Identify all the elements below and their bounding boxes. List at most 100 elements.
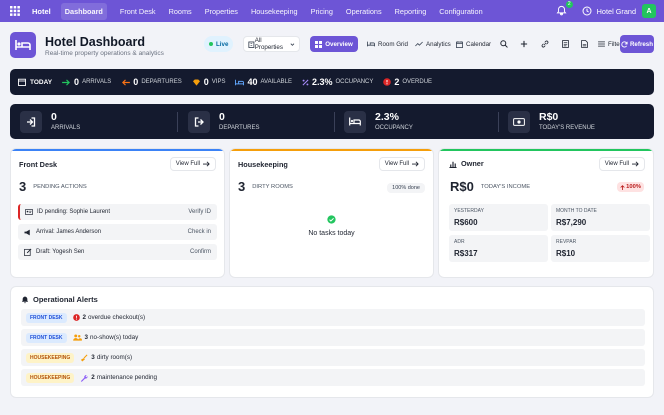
page-title: Hotel Dashboard bbox=[45, 35, 146, 49]
alerts-title-row: Operational Alerts bbox=[21, 295, 98, 304]
building-icon bbox=[248, 41, 255, 48]
nav-configuration[interactable]: Configuration bbox=[439, 7, 482, 16]
add-button[interactable] bbox=[517, 36, 531, 52]
alert-circle-icon bbox=[72, 314, 80, 321]
avatar[interactable]: A bbox=[642, 4, 656, 18]
property-select[interactable]: All Properties bbox=[243, 36, 300, 52]
verify-id-action[interactable]: Verify ID bbox=[188, 209, 211, 215]
check-in-action[interactable]: Check in bbox=[188, 229, 211, 235]
hotel-bed-logo-icon bbox=[10, 32, 36, 58]
nav-dashboard[interactable]: Dashboard bbox=[60, 2, 107, 20]
kpi-departures[interactable]: 0 DEPARTURES bbox=[188, 110, 259, 133]
nav-rooms[interactable]: Rooms bbox=[169, 7, 192, 16]
bed-icon bbox=[367, 41, 375, 47]
today-overdue[interactable]: 2 OVERDUE bbox=[383, 77, 432, 87]
housekeeping-title: Housekeeping bbox=[238, 160, 288, 169]
kpi-revenue[interactable]: R$0 TODAY'S REVENUE bbox=[508, 110, 595, 133]
month-to-date-cell: MONTH TO DATE R$7,290 bbox=[551, 204, 650, 231]
owner-view-full-button[interactable]: View Full bbox=[598, 157, 645, 171]
wrench-icon bbox=[81, 374, 88, 382]
kpi-occupancy[interactable]: 2.3% OCCUPANCY bbox=[344, 110, 413, 133]
dirty-rooms-summary: 3 DIRTY ROOMS bbox=[238, 179, 293, 194]
card-accent-bar bbox=[439, 149, 653, 151]
bell-icon bbox=[21, 296, 29, 303]
owner-title-row: Owner bbox=[449, 159, 484, 168]
today-arrivals[interactable]: 0 ARRIVALS bbox=[62, 77, 111, 87]
arrow-left-icon bbox=[122, 78, 131, 86]
account-menu[interactable]: Hotel Grand A bbox=[582, 4, 656, 18]
confirm-action[interactable]: Confirm bbox=[190, 249, 211, 255]
owner-card: Owner View Full R$0 TODAY'S INCOME 100% … bbox=[438, 148, 654, 278]
bed-icon bbox=[344, 110, 366, 133]
kpi-arrivals[interactable]: 0 ARRIVALS bbox=[20, 110, 80, 133]
trend-line-icon bbox=[415, 41, 423, 47]
users-icon bbox=[72, 334, 82, 341]
reports-button[interactable] bbox=[558, 36, 572, 52]
housekeeping-card: Housekeeping View Full 3 DIRTY ROOMS 100… bbox=[229, 148, 434, 278]
today-occupancy[interactable]: 2.3% OCCUPANCY bbox=[302, 77, 373, 87]
today-vips[interactable]: 0 VIPS bbox=[192, 77, 225, 87]
kpi-divider bbox=[177, 112, 178, 132]
document-icon bbox=[561, 40, 569, 48]
edit-icon bbox=[24, 248, 32, 256]
kpi-divider bbox=[498, 112, 499, 132]
owner-title: Owner bbox=[461, 159, 484, 168]
notifications-bell-icon[interactable]: 2 bbox=[556, 1, 573, 17]
page-header: Hotel Dashboard Real-time property opera… bbox=[10, 32, 654, 60]
live-dot-icon bbox=[209, 42, 213, 46]
arrow-right-icon bbox=[203, 161, 210, 167]
calendar-icon bbox=[456, 40, 463, 48]
property-select-value: All Properties bbox=[254, 37, 283, 51]
analytics-button[interactable]: Analytics bbox=[413, 36, 453, 52]
alert-row[interactable]: FRONT DESK 3 no-show(s) today bbox=[21, 329, 645, 346]
income-change-badge: 100% bbox=[617, 182, 644, 192]
apps-grid-icon[interactable] bbox=[8, 4, 22, 18]
nav-properties[interactable]: Properties bbox=[205, 7, 238, 16]
today-departures[interactable]: 0 DEPARTURES bbox=[121, 77, 182, 87]
today-available[interactable]: 40 AVAILABLE bbox=[235, 77, 292, 87]
account-name: Hotel Grand bbox=[596, 6, 636, 16]
refresh-icon bbox=[621, 40, 628, 48]
id-card-icon bbox=[25, 209, 33, 215]
export-button[interactable] bbox=[577, 36, 591, 52]
calendar-button[interactable]: Calendar bbox=[454, 36, 493, 52]
arrow-right-icon bbox=[632, 161, 639, 167]
kpi-strip: 0 ARRIVALS 0 DEPARTURES 2.3% OCCUPANCY R$0 T… bbox=[10, 104, 654, 139]
income-summary: R$0 TODAY'S INCOME bbox=[450, 179, 531, 194]
search-button[interactable] bbox=[497, 36, 511, 52]
calendar-icon bbox=[18, 78, 26, 86]
brand-label[interactable]: Hotel bbox=[32, 7, 51, 16]
nav-operations[interactable]: Operations bbox=[346, 7, 382, 16]
kpi-divider bbox=[334, 112, 335, 132]
alert-row[interactable]: FRONT DESK 2 overdue checkout(s) bbox=[21, 309, 645, 326]
top-nav: Hotel Dashboard Front Desk Rooms Propert… bbox=[0, 0, 664, 22]
broom-icon bbox=[81, 354, 88, 362]
list-item[interactable]: Arrival: James Anderson Check in bbox=[18, 224, 217, 240]
front-desk-view-full-button[interactable]: View Full bbox=[169, 157, 216, 171]
card-accent-bar bbox=[11, 149, 224, 151]
list-item[interactable]: ID pending: Sophie Laurent Verify ID bbox=[18, 204, 217, 220]
refresh-button[interactable]: Refresh bbox=[620, 35, 654, 53]
front-desk-tag: FRONT DESK bbox=[26, 312, 67, 323]
quick-action-button[interactable] bbox=[538, 36, 552, 52]
pending-actions-summary: 3 PENDING ACTIONS bbox=[19, 179, 87, 194]
nav-pricing[interactable]: Pricing bbox=[311, 7, 333, 16]
dashboard-icon bbox=[315, 40, 323, 48]
alert-row[interactable]: HOUSEKEEPING 2 maintenance pending bbox=[21, 369, 645, 386]
nav-front-desk[interactable]: Front Desk bbox=[120, 7, 156, 16]
nav-reporting[interactable]: Reporting bbox=[395, 7, 427, 16]
nav-housekeeping[interactable]: Housekeeping bbox=[251, 7, 298, 16]
arrow-up-icon bbox=[620, 184, 625, 190]
overview-button[interactable]: Overview bbox=[310, 36, 358, 52]
list-item[interactable]: Draft: Yogesh Sen Confirm bbox=[18, 244, 217, 260]
arrow-right-icon bbox=[62, 78, 71, 86]
search-icon bbox=[500, 40, 508, 48]
alert-row[interactable]: HOUSEKEEPING 3 dirty room(s) bbox=[21, 349, 645, 366]
room-grid-button[interactable]: Room Grid bbox=[365, 36, 410, 52]
clock-icon bbox=[582, 6, 592, 16]
sign-in-icon bbox=[20, 110, 42, 133]
money-bill-icon bbox=[508, 110, 530, 133]
empty-state: No tasks today bbox=[230, 215, 433, 237]
bullhorn-icon bbox=[24, 229, 30, 235]
housekeeping-view-full-button[interactable]: View Full bbox=[378, 157, 425, 171]
